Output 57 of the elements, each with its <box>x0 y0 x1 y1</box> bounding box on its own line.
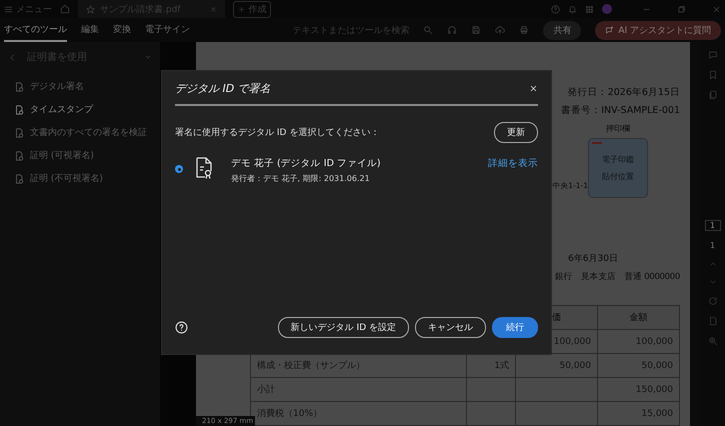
total-pages: 1 <box>710 241 716 250</box>
refresh-button[interactable]: 更新 <box>494 122 538 143</box>
headphones-icon[interactable] <box>447 25 458 35</box>
chat-sparkle-icon[interactable] <box>605 26 614 34</box>
bell-icon[interactable] <box>568 4 577 14</box>
stamp-label: 押印欄 <box>606 123 630 134</box>
ai-assistant-button[interactable]: AI アシスタントに質問 <box>595 20 721 40</box>
toolbar-tab[interactable]: 電子サイン <box>145 18 190 42</box>
table-cell: 150,000 <box>598 378 680 402</box>
toolbar-tab[interactable]: 変換 <box>113 18 131 42</box>
certificate-icon <box>14 82 24 92</box>
prompt-text: 署名に使用するデジタル ID を選択してください： <box>175 126 380 139</box>
id-issuer: 発行者：デモ 花子, 期限: 2031.06.21 <box>231 173 371 184</box>
star-icon[interactable] <box>86 4 95 14</box>
certificate-icon <box>14 128 24 138</box>
table-cell: 15,000 <box>598 402 680 426</box>
due-date: 6年6月30日 <box>568 252 619 265</box>
share-button[interactable]: 共有 <box>543 20 582 40</box>
toolbar-tab[interactable]: 編集 <box>81 18 99 42</box>
bookmark-icon[interactable] <box>708 70 718 80</box>
bank-details: 銀行 見本支店 普通 0000000 <box>554 271 680 283</box>
rotate-icon[interactable] <box>708 296 718 306</box>
details-link[interactable]: 詳細を表示 <box>488 157 538 170</box>
dialog-button[interactable]: 新しいデジタル ID を設定 <box>278 317 409 338</box>
pages-icon[interactable] <box>708 90 718 100</box>
tool-item[interactable]: タイムスタンプ <box>14 103 152 116</box>
chevron-up-icon[interactable] <box>708 260 716 268</box>
continue-button[interactable]: 続行 <box>492 317 538 338</box>
certificate-file-icon <box>195 157 213 179</box>
table-cell: 50,000 <box>598 354 680 378</box>
document-icon[interactable] <box>708 316 718 326</box>
apps-grid-icon[interactable] <box>585 4 594 14</box>
dialog-title: デジタル ID で署名 <box>175 81 272 96</box>
certificate-icon <box>14 104 24 114</box>
certificate-icon <box>14 174 24 184</box>
certificate-icon <box>14 150 24 160</box>
id-name: デモ 花子 (デジタル ID ファイル) <box>231 157 382 170</box>
stamp-box: 電子印鑑 貼付位置 <box>588 138 648 198</box>
chevron-down-icon[interactable] <box>708 278 716 286</box>
print-icon[interactable] <box>519 25 530 35</box>
upload-cloud-icon[interactable] <box>495 25 506 35</box>
avatar[interactable] <box>602 4 612 14</box>
save-icon[interactable] <box>471 25 482 35</box>
comment-icon[interactable] <box>708 50 718 60</box>
invoice-number: 書番号：INV-SAMPLE-001 <box>561 104 680 117</box>
page-number-field[interactable]: 1 <box>704 220 720 231</box>
radio-button[interactable] <box>175 165 183 173</box>
plus-icon[interactable] <box>238 6 246 12</box>
chevron-down-icon[interactable] <box>144 53 152 61</box>
restore-icon[interactable] <box>677 4 686 14</box>
column-header: 金額 <box>598 306 680 330</box>
menu-icon[interactable] <box>4 4 13 14</box>
issue-date: 発行日：2026年6月15日 <box>568 86 680 99</box>
home-icon[interactable] <box>60 4 70 14</box>
dialog-button[interactable]: キャンセル <box>415 317 486 338</box>
zoom-in-icon[interactable] <box>708 336 718 346</box>
search-icon[interactable] <box>423 25 434 35</box>
